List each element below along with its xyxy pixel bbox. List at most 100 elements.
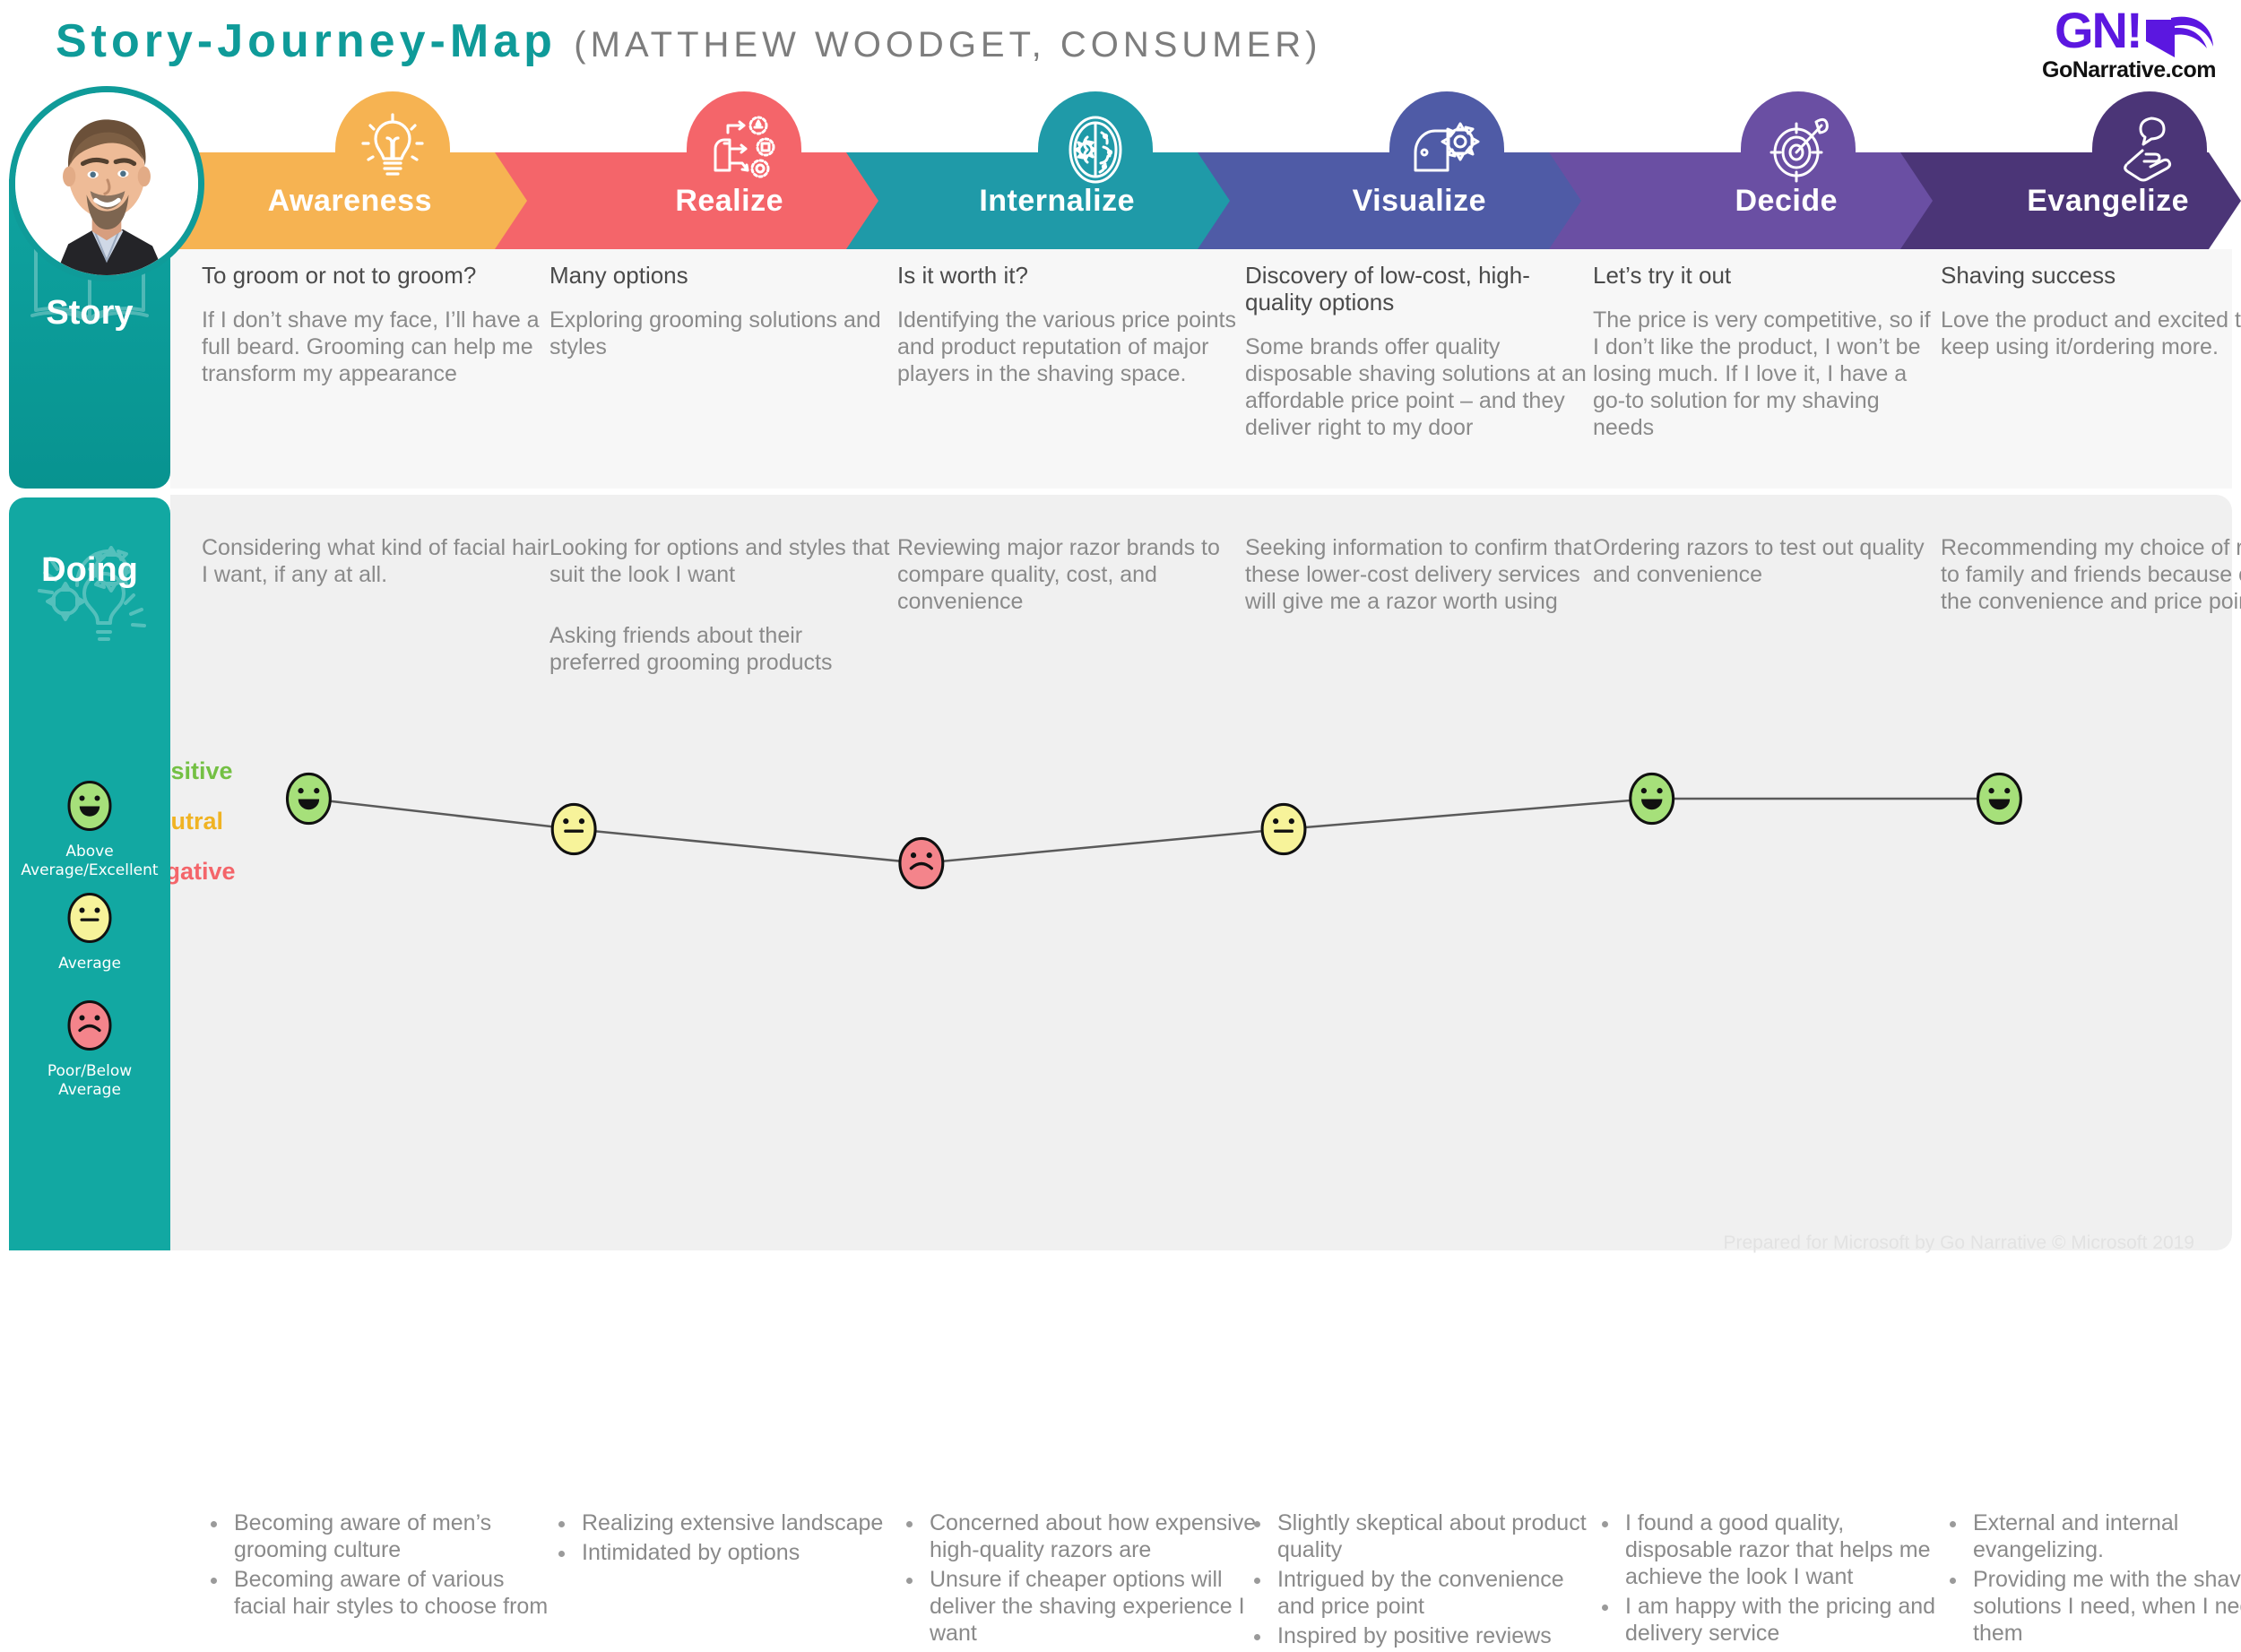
footer-credit: Prepared for Microsoft by Go Narrative ©… bbox=[1723, 1233, 2194, 1253]
logo-wordmark: GoNarrative.com bbox=[2042, 57, 2216, 82]
legend-item-happy: Above Average/Excellent bbox=[9, 780, 170, 880]
emotion-point-awareness[interactable] bbox=[285, 772, 332, 826]
emotion-point-visualize[interactable] bbox=[1260, 802, 1307, 856]
brain-gear-icon bbox=[1060, 113, 1130, 186]
avatar-photo bbox=[15, 92, 198, 275]
bullet-list: Slightly skeptical about product quality… bbox=[1245, 1509, 1605, 1649]
doing-cell: Seeking information to confirm that thes… bbox=[1245, 534, 1593, 615]
story-cell: Let’s try it out The price is very compet… bbox=[1593, 262, 1941, 441]
bullet-cell: I found a good quality, disposable razor… bbox=[1593, 1509, 1953, 1649]
doing-cell: Reviewing major razor brands to compare … bbox=[897, 534, 1245, 615]
list-item: Realizing extensive landscape bbox=[549, 1509, 910, 1536]
list-item: Becoming aware of men’s grooming culture bbox=[202, 1509, 562, 1563]
bullet-cell: Becoming aware of men’s grooming culture… bbox=[202, 1509, 562, 1622]
page-title-main: Story-Journey-Map bbox=[56, 15, 557, 67]
doing-paragraph: Ordering razors to test out quality and … bbox=[1593, 535, 1925, 587]
logo-mark: GN! bbox=[2028, 5, 2216, 61]
bullet-cell: Realizing extensive landscape Intimidated… bbox=[549, 1509, 910, 1569]
happy-face-icon bbox=[67, 780, 112, 836]
story-cell: Discovery of low-cost, high-quality opti… bbox=[1245, 262, 1593, 441]
target-arrow-icon bbox=[1762, 113, 1834, 183]
story-body: Some brands offer quality disposable sha… bbox=[1245, 334, 1587, 440]
page-header: Story-Journey-Map (MATTHEW WOODGET, CONS… bbox=[0, 0, 2241, 93]
legend-item-sad: Poor/Below Average bbox=[9, 999, 170, 1100]
story-heading: Shaving success bbox=[1941, 262, 2116, 289]
neutral-face-icon bbox=[67, 892, 112, 948]
bullet-cell: Slightly skeptical about product quality… bbox=[1245, 1509, 1605, 1652]
phase-visualize[interactable]: Visualize bbox=[1189, 91, 1581, 249]
doing-paragraph: Considering what kind of facial hair I w… bbox=[202, 535, 549, 587]
list-item: I found a good quality, disposable razor… bbox=[1593, 1509, 1953, 1590]
list-item: Unsure if cheaper options will deliver t… bbox=[897, 1566, 1258, 1647]
sad-face-icon bbox=[67, 999, 112, 1056]
phase-realize[interactable]: Realize bbox=[486, 91, 878, 249]
emotion-curve bbox=[285, 772, 2022, 890]
doing-paragraph: Recommending my choice of razor to famil… bbox=[1941, 535, 2241, 614]
doing-cell: Considering what kind of facial hair I w… bbox=[202, 534, 549, 588]
bullet-cell: External and internal evangelizing. Provi… bbox=[1941, 1509, 2241, 1649]
bullet-list: I found a good quality, disposable razor… bbox=[1593, 1509, 1953, 1647]
emotion-point-realize[interactable] bbox=[550, 802, 597, 856]
rail-story-label: Story bbox=[46, 294, 134, 332]
body-panel: Considering what kind of facial hair I w… bbox=[134, 495, 2241, 1648]
story-body: If I don’t shave my face, I’ll have a fu… bbox=[202, 307, 540, 386]
bullet-cell: Concerned about how expensive high-quali… bbox=[897, 1509, 1258, 1649]
rail-doing-label: Doing bbox=[41, 551, 138, 589]
emotion-point-evangelize[interactable] bbox=[1976, 772, 2022, 826]
logo-gn-text: GN! bbox=[2055, 2, 2143, 58]
bullet-list: Becoming aware of men’s grooming culture… bbox=[202, 1509, 562, 1620]
emotion-chart: Positive Neutral Negative bbox=[134, 757, 2232, 1026]
story-heading: Discovery of low-cost, high-quality opti… bbox=[1245, 262, 1530, 316]
list-item: Concerned about how expensive high-quali… bbox=[897, 1509, 1258, 1563]
list-item: Intimidated by options bbox=[549, 1539, 910, 1566]
phase-internalize[interactable]: Internalize bbox=[837, 91, 1230, 249]
lightbulb-icon bbox=[359, 113, 426, 183]
doing-cell: Looking for options and styles that suit… bbox=[549, 534, 897, 676]
phase-decide[interactable]: Decide bbox=[1540, 91, 1933, 249]
story-heading: Let’s try it out bbox=[1593, 262, 1732, 289]
list-item: Intrigued by the convenience and price p… bbox=[1245, 1566, 1605, 1620]
story-body: Love the product and excited to keep usi… bbox=[1941, 307, 2241, 359]
story-panel: To groom or not to groom? If I don’t shav… bbox=[170, 249, 2241, 489]
rail-doing: Doing Above Average/Excellent Average Poo… bbox=[9, 497, 170, 1250]
legend-item-neutral: Average bbox=[9, 892, 170, 973]
page-title-subtitle: (MATTHEW WOODGET, CONSUMER) bbox=[574, 25, 1322, 65]
doing-paragraph: Asking friends about their preferred gro… bbox=[549, 623, 833, 675]
legend-label: Average bbox=[58, 955, 121, 973]
legend-label: Poor/Below Average bbox=[47, 1062, 133, 1099]
doing-paragraph: Looking for options and styles that suit… bbox=[549, 535, 890, 587]
story-body: Exploring grooming solutions and styles bbox=[549, 307, 881, 359]
doing-cell: Ordering razors to test out quality and … bbox=[1593, 534, 1941, 588]
doing-paragraph: Reviewing major razor brands to compare … bbox=[897, 535, 1220, 614]
bullet-list: External and internal evangelizing. Provi… bbox=[1941, 1509, 2241, 1647]
emotion-point-decide[interactable] bbox=[1629, 772, 1675, 826]
bullet-list: Concerned about how expensive high-quali… bbox=[897, 1509, 1258, 1647]
hand-share-icon bbox=[2114, 113, 2185, 183]
page-title: Story-Journey-Map (MATTHEW WOODGET, CONS… bbox=[56, 14, 1322, 68]
story-body: The price is very competitive, so if I d… bbox=[1593, 307, 1931, 440]
bullet-list: Realizing extensive landscape Intimidated… bbox=[549, 1509, 910, 1566]
phase-evangelize[interactable]: Evangelize bbox=[1891, 91, 2241, 249]
list-item: Slightly skeptical about product quality bbox=[1245, 1509, 1605, 1563]
emotion-point-internalize[interactable] bbox=[898, 836, 945, 890]
story-heading: Many options bbox=[549, 262, 688, 289]
list-item: Providing me with the shaving solutions … bbox=[1941, 1566, 2241, 1647]
list-item: I am happy with the pricing and delivery… bbox=[1593, 1593, 1953, 1647]
story-heading: To groom or not to groom? bbox=[202, 262, 477, 289]
story-cell: Is it worth it? Identifying the various p… bbox=[897, 262, 1245, 387]
gonarrative-logo: GN! GoNarrative.com bbox=[2028, 5, 2216, 88]
process-flow-icon bbox=[708, 113, 780, 183]
story-cell: To groom or not to groom? If I don’t shav… bbox=[202, 262, 549, 387]
story-cell: Many options Exploring grooming solutions… bbox=[549, 262, 897, 360]
doing-paragraph: Seeking information to confirm that thes… bbox=[1245, 535, 1592, 614]
list-item: Inspired by positive reviews bbox=[1245, 1622, 1605, 1649]
phase-banner: Awareness Realize Internalize Visualize … bbox=[0, 91, 2241, 249]
logo-swoosh-icon bbox=[2146, 16, 2213, 57]
story-cell: Shaving success Love the product and exci… bbox=[1941, 262, 2241, 360]
story-body: Identifying the various price points and… bbox=[897, 307, 1236, 386]
doing-cell: Recommending my choice of razor to famil… bbox=[1941, 534, 2241, 615]
story-heading: Is it worth it? bbox=[897, 262, 1028, 289]
legend-label: Above Average/Excellent bbox=[21, 843, 159, 879]
avatar bbox=[9, 86, 204, 281]
list-item: External and internal evangelizing. bbox=[1941, 1509, 2241, 1563]
